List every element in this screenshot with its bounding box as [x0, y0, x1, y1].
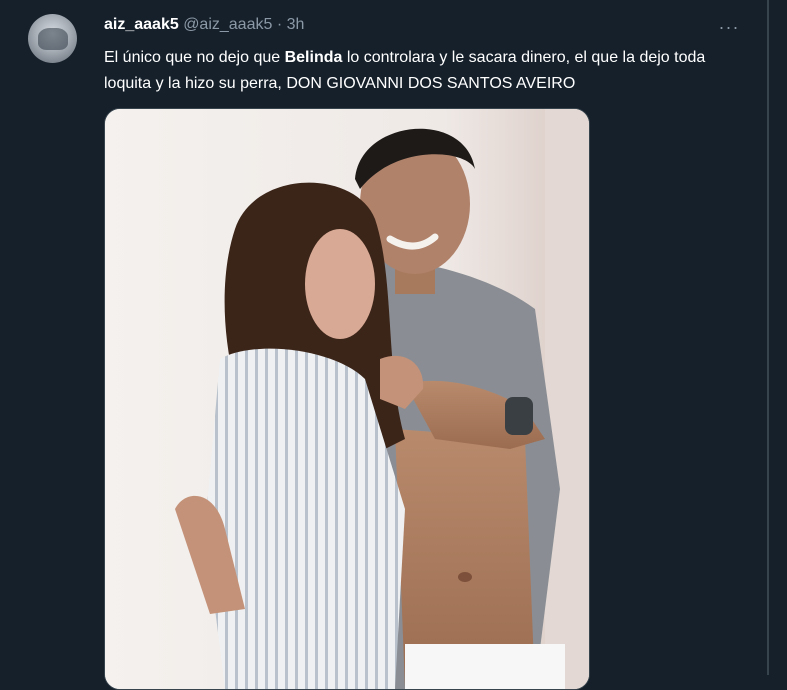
user-handle[interactable]: @aiz_aaak5	[183, 16, 272, 33]
tweet[interactable]: aiz_aaak5 @aiz_aaak5 · 3h ··· El único q…	[0, 0, 760, 690]
separator-dot: ·	[276, 16, 283, 33]
tweet-text-mention: Belinda	[284, 49, 343, 66]
more-horizontal-icon[interactable]: ···	[714, 12, 744, 42]
display-name[interactable]: aiz_aaak5	[104, 16, 179, 33]
avatar[interactable]	[28, 14, 77, 63]
tweet-header: aiz_aaak5 @aiz_aaak5 · 3h	[104, 16, 304, 38]
timestamp[interactable]: 3h	[287, 16, 305, 33]
photo-illustration	[105, 109, 589, 689]
tweet-text-part1: El único que no dejo que	[104, 49, 285, 66]
tweet-photo[interactable]	[104, 108, 590, 690]
tweet-text: El único que no dejo que Belinda lo cont…	[104, 45, 744, 97]
scrollbar[interactable]	[767, 0, 769, 675]
